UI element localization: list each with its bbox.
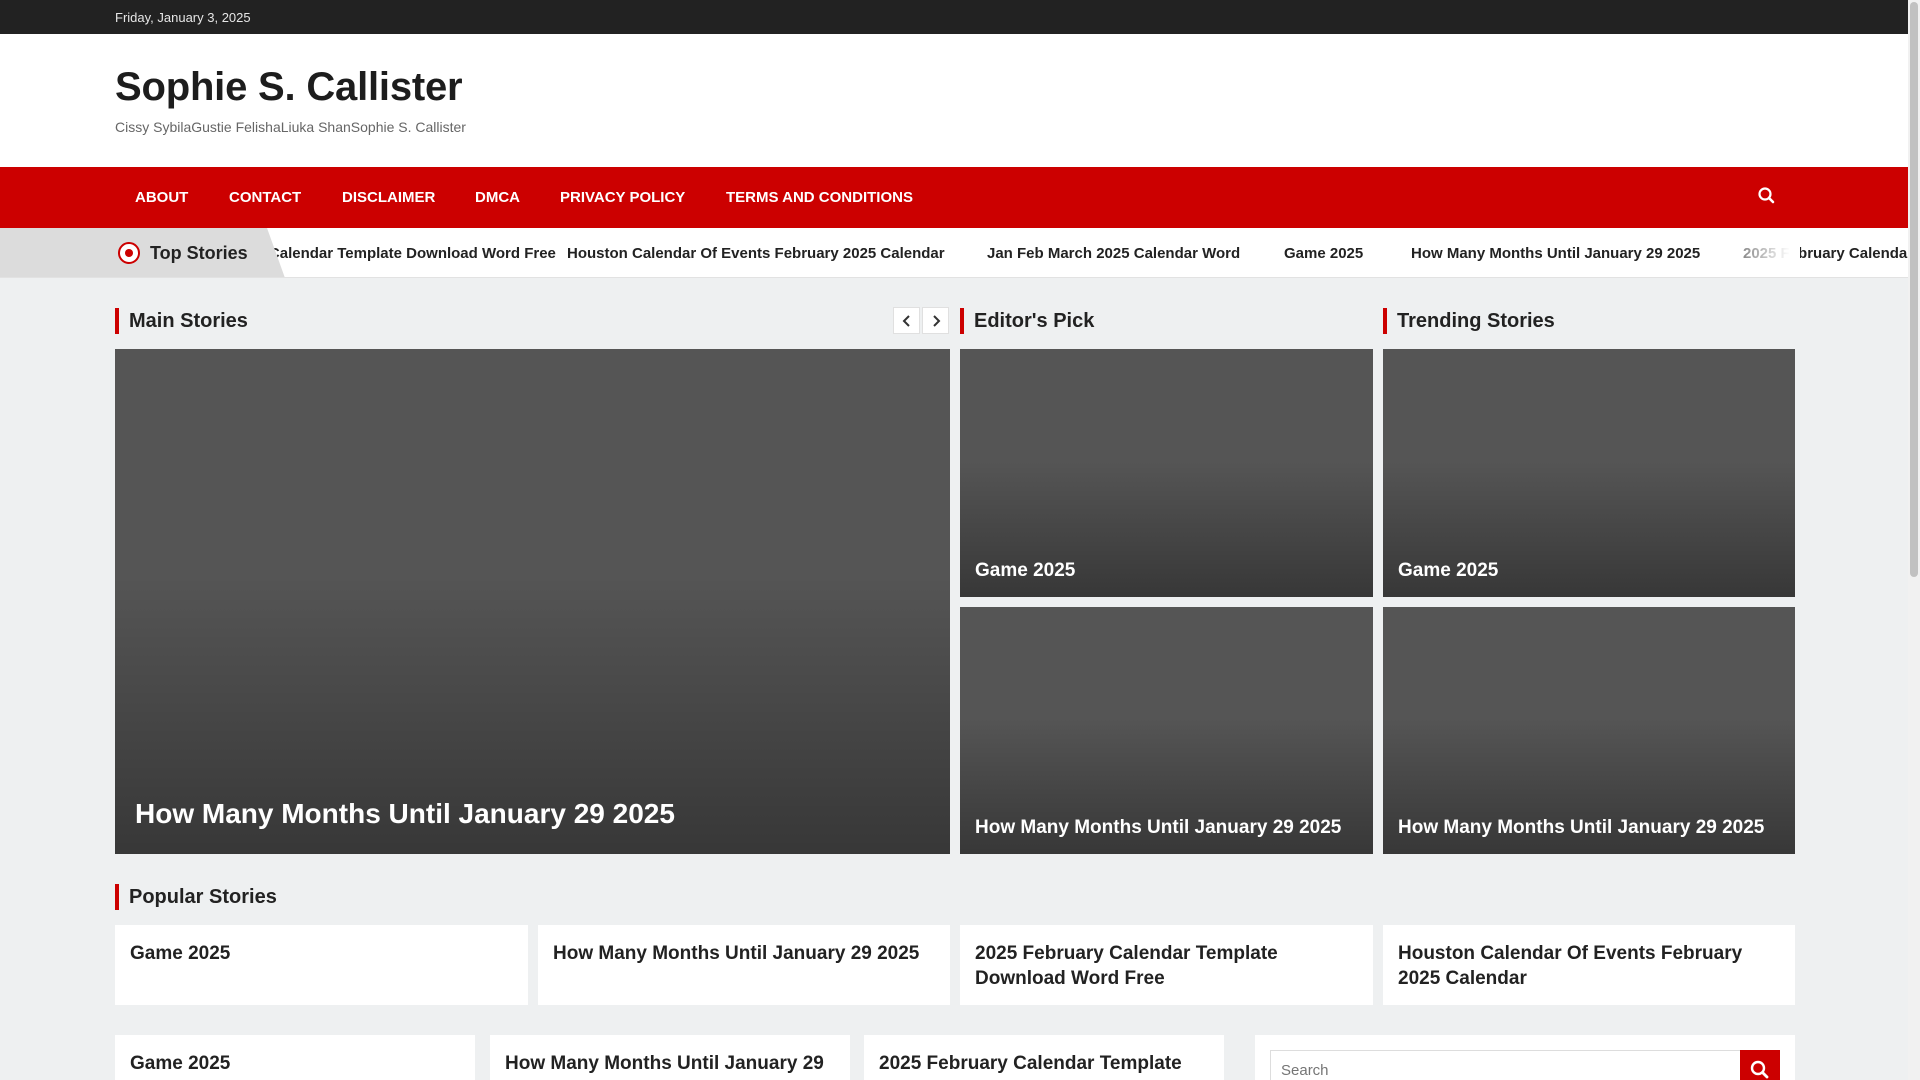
editors-pick-title[interactable]: Game 2025 <box>975 560 1075 582</box>
post-title[interactable]: Game 2025 <box>130 1051 460 1076</box>
trending-title[interactable]: How Many Months Until January 29 2025 <box>1398 817 1764 839</box>
popular-story-card[interactable]: How Many Months Until January 29 2025 <box>538 925 950 1005</box>
page-scrollbar[interactable] <box>1908 0 1920 1080</box>
post-title[interactable]: How Many Months Until January 29 2025 <box>505 1051 835 1080</box>
popular-story-card[interactable]: Game 2025 <box>115 925 528 1005</box>
main-story-title[interactable]: How Many Months Until January 29 2025 <box>135 798 675 830</box>
popular-story-title[interactable]: Houston Calendar Of Events February 2025… <box>1398 941 1780 991</box>
main-stories-heading: Main Stories <box>115 308 248 334</box>
site-header: Sophie S. Callister Cissy SybilaGustie F… <box>0 34 1908 167</box>
nav-item-disclaimer[interactable]: DISCLAIMER <box>342 189 435 206</box>
sidebar-search-input[interactable] <box>1270 1050 1741 1080</box>
post-card[interactable]: 2025 February Calendar Template Download… <box>864 1035 1224 1080</box>
trending-card[interactable]: Game 2025 <box>1383 349 1795 597</box>
ticker-item[interactable]: Game 2025 <box>1284 245 1363 262</box>
post-card[interactable]: How Many Months Until January 29 2025 <box>490 1035 850 1080</box>
editors-pick-card[interactable]: How Many Months Until January 29 2025 <box>960 607 1373 854</box>
popular-story-title[interactable]: How Many Months Until January 29 2025 <box>553 941 935 966</box>
search-icon[interactable] <box>1756 185 1778 207</box>
popular-story-title[interactable]: Game 2025 <box>130 941 513 966</box>
trending-title[interactable]: Game 2025 <box>1398 560 1498 582</box>
nav-item-about[interactable]: ABOUT <box>135 189 188 206</box>
site-description: Cissy SybilaGustie FelishaLiuka ShanSoph… <box>115 119 466 135</box>
editors-pick-title[interactable]: How Many Months Until January 29 2025 <box>975 817 1341 839</box>
editors-pick-heading: Editor's Pick <box>960 308 1094 334</box>
sidebar-search-widget <box>1255 1035 1795 1080</box>
popular-story-card[interactable]: 2025 February Calendar Template Download… <box>960 925 1373 1005</box>
popular-stories-heading: Popular Stories <box>115 884 277 910</box>
chevron-left-icon <box>902 315 910 327</box>
top-bar: Friday, January 3, 2025 <box>0 0 1908 34</box>
trending-stories-heading: Trending Stories <box>1383 308 1555 334</box>
popular-story-title[interactable]: 2025 February Calendar Template Download… <box>975 941 1358 991</box>
sidebar-search-button[interactable] <box>1740 1050 1780 1080</box>
ticker-item[interactable]: How Many Months Until January 29 2025 <box>1411 245 1700 262</box>
ticker-item[interactable]: Jan Feb March 2025 Calendar Word <box>987 245 1240 262</box>
top-stories-ticker: 2025 February Calendar Template Download… <box>0 228 1908 278</box>
slider-prev-button[interactable] <box>893 307 920 334</box>
site-title[interactable]: Sophie S. Callister <box>115 65 463 110</box>
nav-item-dmca[interactable]: DMCA <box>475 189 520 206</box>
slider-next-button[interactable] <box>922 307 949 334</box>
post-title[interactable]: 2025 February Calendar Template Download… <box>879 1051 1209 1080</box>
ticker-label: Top Stories <box>0 228 285 277</box>
popular-story-card[interactable]: Houston Calendar Of Events February 2025… <box>1383 925 1795 1005</box>
current-date: Friday, January 3, 2025 <box>115 10 251 25</box>
live-dot-icon <box>118 242 140 264</box>
post-card[interactable]: Game 2025 <box>115 1035 475 1080</box>
nav-item-contact[interactable]: CONTACT <box>229 189 301 206</box>
nav-item-terms-and-conditions[interactable]: TERMS AND CONDITIONS <box>726 189 913 206</box>
ticker-item[interactable]: Houston Calendar Of Events February 2025… <box>567 245 945 262</box>
editors-pick-card[interactable]: Game 2025 <box>960 349 1373 597</box>
chevron-right-icon <box>933 315 941 327</box>
ticker-label-text: Top Stories <box>150 243 248 263</box>
nav-item-privacy-policy[interactable]: PRIVACY POLICY <box>560 189 685 206</box>
ticker-fade <box>1700 228 1800 277</box>
main-story-card[interactable]: How Many Months Until January 29 2025 <box>115 349 950 854</box>
main-nav: ABOUT CONTACT DISCLAIMER DMCA PRIVACY PO… <box>0 167 1908 228</box>
trending-card[interactable]: How Many Months Until January 29 2025 <box>1383 607 1795 854</box>
scrollbar-thumb[interactable] <box>1910 2 1918 577</box>
search-icon <box>1750 1060 1769 1079</box>
